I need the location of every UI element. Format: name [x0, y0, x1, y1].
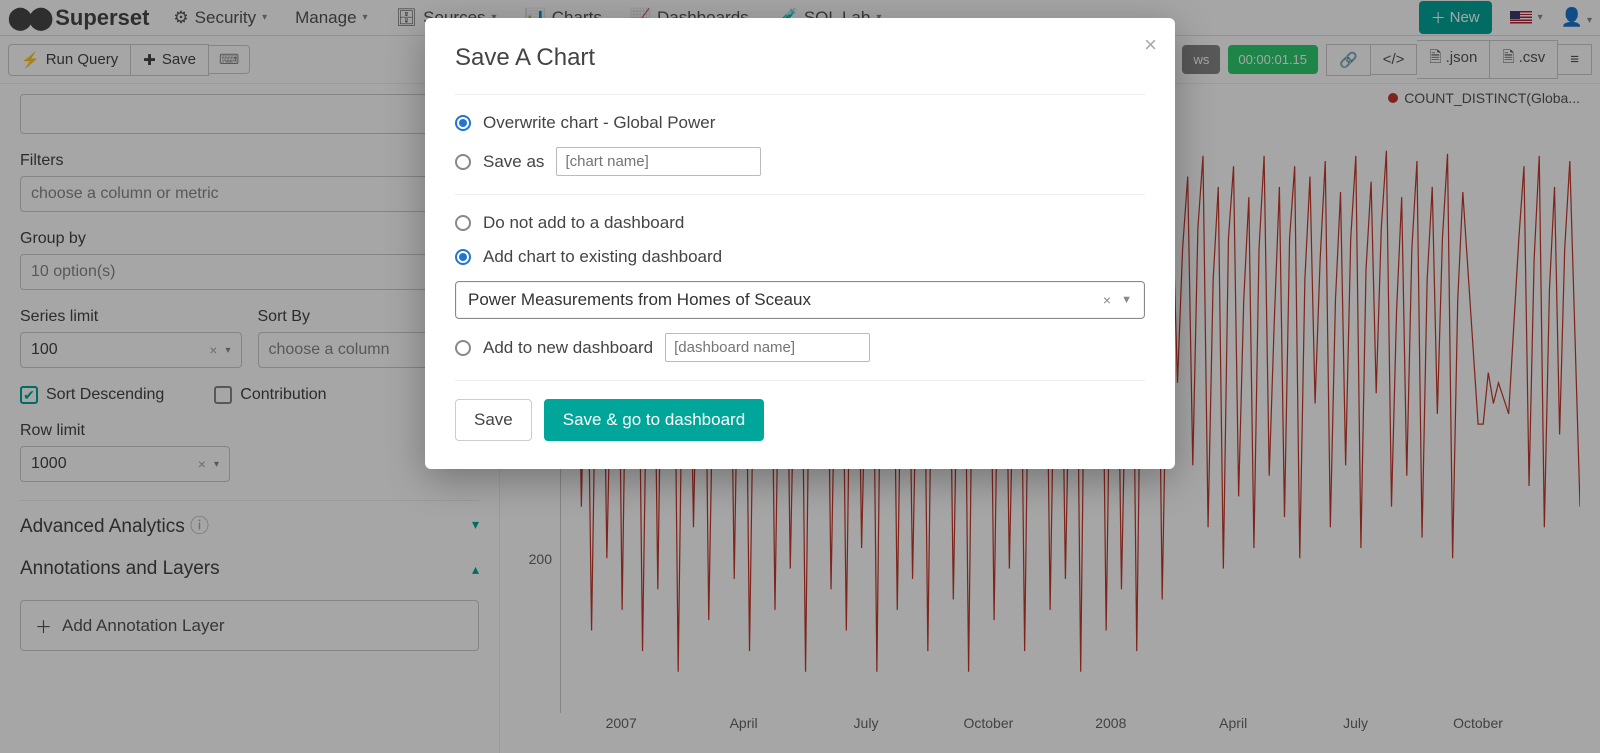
noadd-label: Do not add to a dashboard [483, 213, 684, 233]
save-go-label: Save & go to dashboard [563, 410, 745, 429]
radio-selected-icon [455, 249, 471, 265]
no-dashboard-radio[interactable]: Do not add to a dashboard [455, 213, 1145, 233]
existing-dashboard-select[interactable]: Power Measurements from Homes of Sceaux … [455, 281, 1145, 319]
existing-dashboard-radio[interactable]: Add chart to existing dashboard [455, 247, 1145, 267]
overwrite-label: Overwrite chart - Global Power [483, 113, 715, 133]
new-dashboard-input[interactable] [665, 333, 870, 362]
modal-title: Save A Chart [455, 44, 1145, 72]
chevron-down-icon: ▼ [1121, 294, 1132, 306]
save-btn-label: Save [474, 410, 513, 429]
saveas-radio[interactable]: Save as [455, 147, 1145, 176]
saveas-input[interactable] [556, 147, 761, 176]
radio-icon [455, 340, 471, 356]
radio-icon [455, 154, 471, 170]
modal-actions: Save Save & go to dashboard [455, 399, 1145, 441]
clear-icon[interactable]: × [1103, 292, 1111, 308]
radio-selected-icon [455, 115, 471, 131]
save-modal-button[interactable]: Save [455, 399, 532, 441]
radio-icon [455, 215, 471, 231]
existing-dashboard-value: Power Measurements from Homes of Sceaux [468, 290, 811, 310]
add-new-label: Add to new dashboard [483, 338, 653, 358]
close-button[interactable]: × [1144, 32, 1157, 58]
save-goto-dashboard-button[interactable]: Save & go to dashboard [544, 399, 764, 441]
save-chart-modal: × Save A Chart Overwrite chart - Global … [425, 18, 1175, 469]
new-dashboard-radio[interactable]: Add to new dashboard [455, 333, 1145, 362]
saveas-label: Save as [483, 152, 544, 172]
modal-overlay[interactable]: × Save A Chart Overwrite chart - Global … [0, 0, 1600, 753]
overwrite-radio[interactable]: Overwrite chart - Global Power [455, 113, 1145, 133]
add-existing-label: Add chart to existing dashboard [483, 247, 722, 267]
close-icon: × [1144, 32, 1157, 57]
